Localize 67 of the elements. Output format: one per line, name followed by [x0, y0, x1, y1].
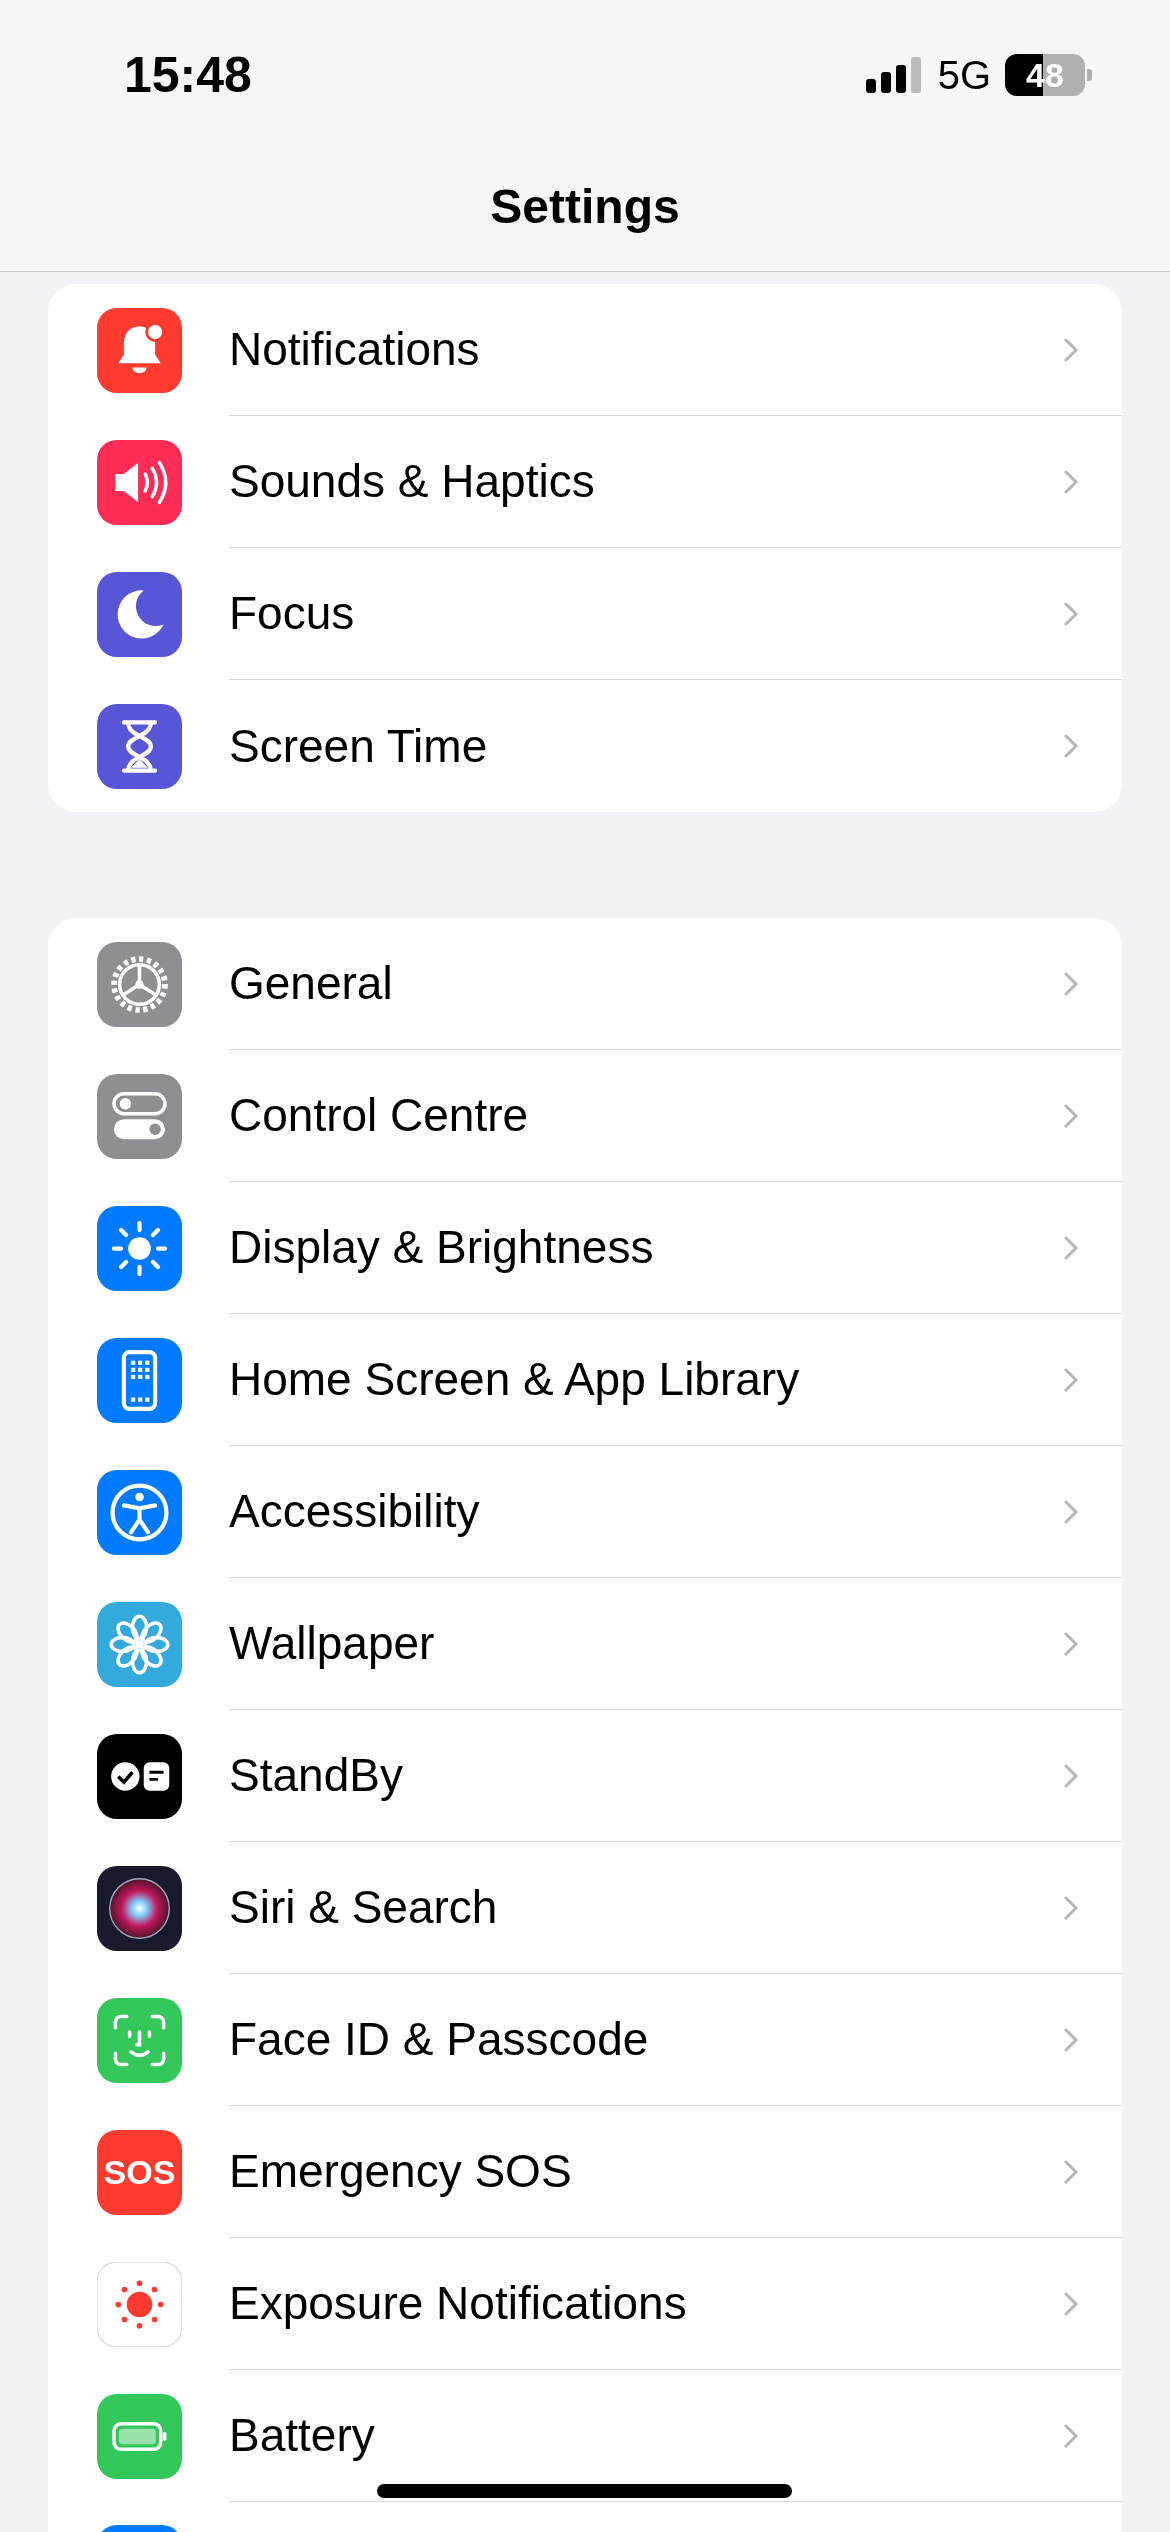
chevron-icon — [1064, 469, 1078, 494]
row-label: Emergency SOS — [229, 2144, 572, 2199]
row-label: Siri & Search — [229, 1880, 498, 1935]
chevron-icon — [1064, 601, 1078, 626]
settings-row[interactable]: StandBy — [48, 1710, 1122, 1842]
exposure-icon — [97, 2261, 182, 2347]
chevron-icon — [1064, 2027, 1078, 2052]
row-label: Home Screen & App Library — [229, 1352, 800, 1407]
settings-row[interactable]: Accessibility — [48, 1446, 1122, 1578]
phone-icon — [97, 1337, 182, 1423]
settings-row[interactable]: Screen Time — [48, 680, 1122, 812]
settings-row[interactable]: Focus — [48, 548, 1122, 680]
chevron-icon — [1064, 1103, 1078, 1128]
settings-row[interactable]: Display & Brightness — [48, 1182, 1122, 1314]
settings-row[interactable]: Home Screen & App Library — [48, 1314, 1122, 1446]
speaker-icon — [97, 439, 182, 525]
chevron-icon — [1064, 2423, 1078, 2448]
row-label: Control Centre — [229, 1088, 529, 1143]
chevron-icon — [1064, 971, 1078, 996]
sun-icon — [97, 1205, 182, 1291]
chevron-icon — [1064, 1895, 1078, 1920]
page-title: Settings — [490, 178, 680, 235]
settings-row[interactable]: General — [48, 918, 1122, 1050]
settings-row[interactable]: Siri & Search — [48, 1842, 1122, 1974]
gear-icon — [97, 941, 182, 1027]
battery-icon — [97, 2393, 182, 2479]
signal-icon — [865, 57, 924, 93]
status-time: 15:48 — [124, 45, 252, 105]
sos-icon: SOS — [97, 2129, 182, 2215]
chevron-icon — [1064, 734, 1078, 758]
chevron-icon — [1064, 1235, 1078, 1260]
chevron-icon — [1064, 1631, 1078, 1656]
chevron-icon — [1064, 1367, 1078, 1392]
settings-row[interactable]: Notifications — [48, 284, 1122, 416]
row-label: Sounds & Haptics — [229, 454, 595, 509]
settings-row[interactable]: Exposure Notifications — [48, 2238, 1122, 2370]
chevron-icon — [1064, 1763, 1078, 1788]
face-scan-icon — [97, 1997, 182, 2083]
row-label: Face ID & Passcode — [229, 2012, 649, 2067]
settings-row[interactable]: Face ID & Passcode — [48, 1974, 1122, 2106]
bell-icon — [97, 307, 182, 393]
chevron-icon — [1064, 337, 1078, 362]
row-label: Exposure Notifications — [229, 2276, 687, 2331]
toggles-icon — [97, 1073, 182, 1159]
row-label: Focus — [229, 586, 355, 641]
row-label: Wallpaper — [229, 1616, 435, 1671]
clock-and-card-icon — [97, 1733, 182, 1819]
network-label: 5G — [937, 52, 991, 99]
row-label: Screen Time — [229, 718, 488, 774]
row-label: Battery — [229, 2408, 375, 2463]
flower-icon — [97, 1601, 182, 1687]
row-label: Accessibility — [229, 1484, 480, 1539]
hourglass-icon — [97, 703, 182, 789]
chevron-icon — [1064, 2291, 1078, 2316]
accessibility-icon — [97, 1469, 182, 1555]
row-label: Notifications — [229, 322, 480, 377]
moon-icon — [97, 571, 182, 657]
chevron-icon — [1064, 1499, 1078, 1524]
row-label: StandBy — [229, 1748, 403, 1803]
settings-row[interactable]: Wallpaper — [48, 1578, 1122, 1710]
settings-row[interactable]: SOS Emergency SOS — [48, 2106, 1122, 2238]
settings-row[interactable]: Sounds & Haptics — [48, 416, 1122, 548]
row-label: Display & Brightness — [229, 1220, 654, 1275]
settings-row[interactable]: Control Centre — [48, 1050, 1122, 1182]
orb-icon — [97, 1865, 182, 1951]
chevron-icon — [1064, 2159, 1078, 2184]
row-label: General — [229, 956, 393, 1011]
